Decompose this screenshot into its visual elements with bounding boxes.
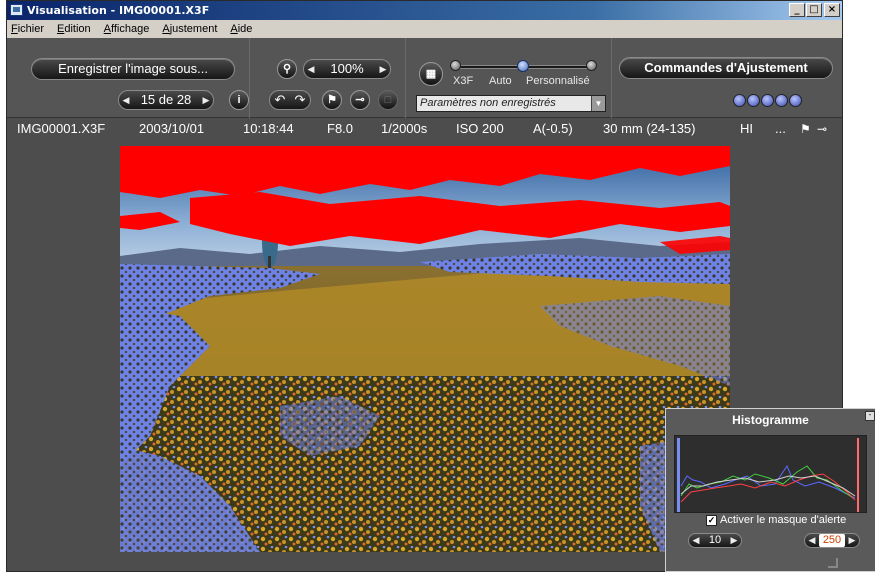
zoom-value: 100% [330,61,364,76]
alert-mask-checkbox[interactable]: ✓ Activer le masque d'alerte [706,514,846,526]
prev-image-arrow-icon[interactable]: ◀ [119,91,133,109]
separator [611,38,612,118]
window-title: Visualisation - IMG00001.X3F [27,4,210,17]
preview-image[interactable] [120,146,730,552]
lock-key-icon[interactable]: ⊸ [350,90,370,110]
exif-info-bar: IMG00001.X3F 2003/10/01 10:18:44 F8.0 1/… [7,119,842,139]
info-exposure: A(-0.5) [533,121,573,136]
info-date: 2003/10/01 [139,121,205,136]
decrease-arrow-icon[interactable]: ◀ [805,534,819,547]
low-threshold-value: 10 [708,534,722,546]
info-filename: IMG00001.X3F [17,121,106,136]
info-flag-icon: ⚑ [800,122,811,136]
menu-ajustement[interactable]: Ajustement [162,20,217,38]
image-position: 15 de 28 [140,92,192,107]
info-icon[interactable]: i [229,90,249,110]
app-icon [10,4,23,16]
rotate-right-icon[interactable]: ↷ [295,91,306,109]
preset-dropdown[interactable]: Paramètres non enregistrés ▼ [416,95,606,112]
info-focal-length: 30 mm (24-135) [603,121,696,136]
trash-icon: □ [378,90,398,110]
info-more: ... [775,121,786,136]
info-iso: ISO 200 [456,121,504,136]
checkbox-checked-icon[interactable]: ✓ [706,514,717,526]
zoom-in-arrow-icon[interactable]: ▶ [376,60,390,78]
decrease-arrow-icon[interactable]: ◀ [689,534,703,547]
separator [405,38,406,118]
rotate-left-icon[interactable]: ↶ [275,91,286,109]
toolbar: Enregistrer l'image sous... ⚲ ◀ 100% ▶ ▦… [7,38,842,118]
flag-icon[interactable]: ⚑ [322,90,342,110]
info-key-icon: ⊸ [817,122,828,136]
high-threshold-stepper[interactable]: ◀ 250 ▶ [804,533,860,548]
separator [249,38,250,118]
rotate-control[interactable]: ↶ ↷ [269,90,311,110]
menu-edition[interactable]: Edition [57,20,91,38]
info-aperture: F8.0 [327,121,354,136]
mode-dot-custom[interactable] [586,60,597,71]
maximize-button[interactable]: □ [806,3,822,17]
minimize-button[interactable]: _ [789,3,805,17]
rating-dot[interactable] [733,94,746,107]
rating-dot[interactable] [775,94,788,107]
increase-arrow-icon[interactable]: ▶ [845,534,859,547]
title-bar: Visualisation - IMG00001.X3F _ □ × [7,1,842,20]
menu-aide[interactable]: Aide [230,20,252,38]
chevron-down-icon[interactable]: ▼ [591,96,605,111]
adjust-controls-button[interactable]: Commandes d'Ajustement [619,57,833,79]
histogram-curves [677,438,859,512]
color-mode-icon[interactable]: ▦ [419,62,443,86]
zoom-control[interactable]: ◀ 100% ▶ [303,59,391,79]
zoom-out-arrow-icon[interactable]: ◀ [304,60,318,78]
collapse-icon[interactable]: - [865,411,875,421]
histogram-title: Histogramme [732,413,809,427]
increase-arrow-icon[interactable]: ▶ [727,534,741,547]
info-time: 10:18:44 [243,121,294,136]
preset-dropdown-value: Paramètres non enregistrés [420,97,556,109]
rating-dot[interactable] [747,94,760,107]
rating-dot[interactable] [761,94,774,107]
low-threshold-stepper[interactable]: ◀ 10 ▶ [688,533,742,548]
image-navigator[interactable]: ◀ 15 de 28 ▶ [118,90,214,110]
close-button[interactable]: × [824,3,840,17]
info-quality: HI [740,121,753,136]
histogram-palette[interactable]: Histogramme - ✓ Activer le masque d'aler… [665,408,875,572]
save-as-button[interactable]: Enregistrer l'image sous... [31,58,235,80]
zoom-icon[interactable]: ⚲ [277,59,297,79]
alert-mask-label: Activer le masque d'alerte [720,514,847,526]
mode-label-x3f: X3F [453,75,474,87]
landscape-photo [120,146,730,552]
menu-fichier[interactable]: Fichier [11,20,44,38]
mode-label-custom: Personnalisé [526,75,590,87]
mode-label-auto: Auto [489,75,512,87]
rating-dot[interactable] [789,94,802,107]
resize-grip-icon[interactable] [828,558,838,568]
mode-slider-knob[interactable] [517,60,529,72]
menu-affichage[interactable]: Affichage [104,20,150,38]
high-threshold-value: 250 [819,534,845,547]
mode-dot-x3f[interactable] [450,60,461,71]
histogram-graph [674,435,867,513]
rating-dots[interactable] [733,94,802,107]
next-image-arrow-icon[interactable]: ▶ [199,91,213,109]
info-shutter: 1/2000s [381,121,428,136]
menu-bar: Fichier Edition Affichage Ajustement Aid… [7,20,842,38]
